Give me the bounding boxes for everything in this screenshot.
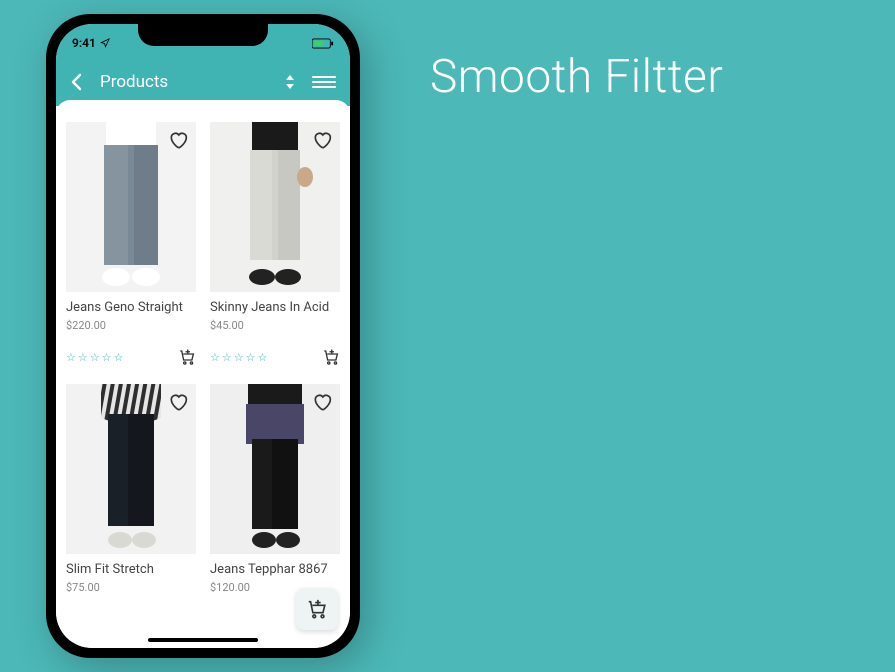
- add-to-cart-button[interactable]: [178, 348, 196, 366]
- product-card[interactable]: Slim Fit Stretch $75.00: [66, 384, 196, 594]
- favorite-button[interactable]: [312, 392, 332, 412]
- battery-icon: [312, 38, 334, 49]
- product-image[interactable]: [210, 122, 340, 292]
- home-indicator[interactable]: [148, 638, 258, 642]
- product-name: Skinny Jeans In Acid: [210, 300, 340, 315]
- product-name: Jeans Geno Straight: [66, 300, 196, 315]
- page-headline: Smooth Filtter: [430, 50, 723, 104]
- favorite-button[interactable]: [168, 130, 188, 150]
- status-time: 9:41: [72, 36, 96, 50]
- add-to-cart-button[interactable]: [322, 348, 340, 366]
- product-list[interactable]: Jeans Geno Straight $220.00 ☆☆☆☆☆: [56, 100, 350, 648]
- product-price: $75.00: [66, 581, 196, 594]
- phone-notch: [138, 24, 268, 46]
- location-icon: [100, 38, 110, 48]
- product-card[interactable]: Jeans Tepphar 8867 $120.00: [210, 384, 340, 594]
- phone-screen: 9:41 Products: [56, 24, 350, 648]
- rating-stars[interactable]: ☆☆☆☆☆: [66, 351, 123, 364]
- product-name: Jeans Tepphar 8867: [210, 562, 340, 577]
- back-button[interactable]: [70, 73, 90, 91]
- rating-stars[interactable]: ☆☆☆☆☆: [210, 351, 267, 364]
- nav-bar: Products: [56, 58, 350, 106]
- product-name: Slim Fit Stretch: [66, 562, 196, 577]
- product-card[interactable]: Skinny Jeans In Acid $45.00 ☆☆☆☆☆: [210, 122, 340, 366]
- product-image[interactable]: [210, 384, 340, 554]
- favorite-button[interactable]: [312, 130, 332, 150]
- product-image[interactable]: [66, 122, 196, 292]
- phone-frame: 9:41 Products: [46, 14, 360, 658]
- product-price: $220.00: [66, 319, 196, 332]
- product-image[interactable]: [66, 384, 196, 554]
- menu-button[interactable]: [312, 76, 336, 88]
- cart-fab[interactable]: [296, 588, 338, 630]
- favorite-button[interactable]: [168, 392, 188, 412]
- sort-button[interactable]: [278, 74, 302, 90]
- nav-title: Products: [100, 72, 278, 92]
- product-price: $45.00: [210, 319, 340, 332]
- product-card[interactable]: Jeans Geno Straight $220.00 ☆☆☆☆☆: [66, 122, 196, 366]
